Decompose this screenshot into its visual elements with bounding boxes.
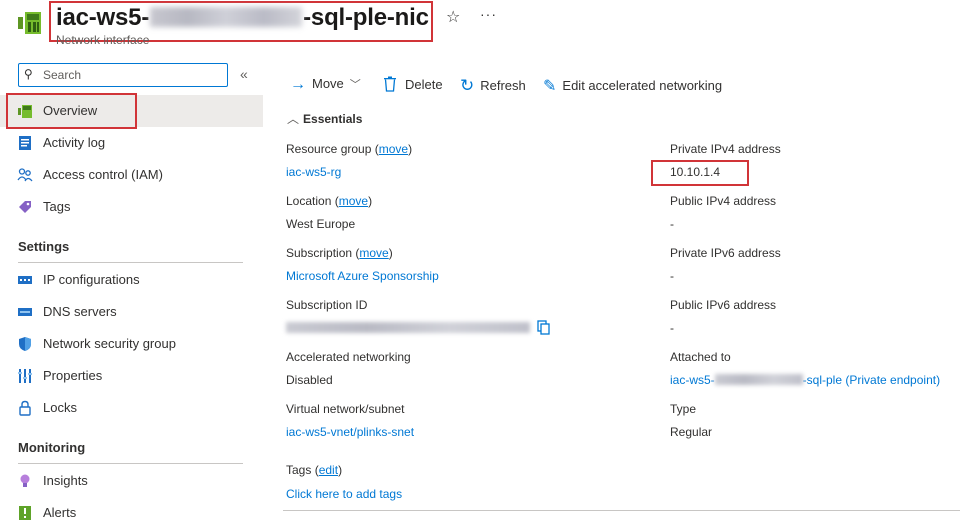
private-ipv6-label: Private IPv6 address	[670, 246, 781, 260]
dns-server-icon	[18, 308, 32, 316]
vnet-subnet-label: Virtual network/subnet	[286, 402, 405, 416]
section-divider	[18, 463, 243, 464]
tag-icon	[19, 201, 31, 213]
type-label: Type	[670, 402, 697, 416]
activity-log-icon	[19, 136, 31, 150]
location-value: West Europe	[286, 217, 356, 231]
overview-highlight-box	[6, 93, 137, 129]
redacted-endpoint-name	[714, 374, 803, 385]
users-icon	[17, 168, 33, 182]
properties-icon	[18, 369, 32, 383]
resource-group-label: Resource group (move)	[286, 142, 413, 156]
page-title: iac-ws5- -sql-ple-nic	[56, 4, 429, 31]
sidebar-item-label: Access control (IAM)	[43, 167, 163, 182]
chevron-down-icon: ﹀	[349, 79, 361, 91]
sidebar-item-label: Properties	[43, 368, 103, 383]
arrow-right-icon: →	[290, 76, 306, 93]
settings-section-title: Settings	[18, 239, 70, 254]
move-link[interactable]: move	[359, 246, 388, 260]
subscription-id-label: Subscription ID	[286, 298, 368, 312]
trash-icon	[384, 76, 396, 92]
sidebar-item-properties[interactable]: Properties	[0, 360, 263, 392]
sidebar-item-locks[interactable]: Locks	[0, 392, 263, 424]
attached-to-link[interactable]: iac-ws5- -sql-ple (Private endpoint)	[670, 373, 940, 387]
sidebar-item-ip-configurations[interactable]: IP configurations	[0, 264, 263, 296]
subscription-label: Subscription (move)	[286, 246, 393, 260]
essentials-title: Essentials	[303, 112, 363, 126]
sidebar-item-label: Activity log	[43, 135, 106, 150]
monitoring-section-title: Monitoring	[18, 440, 86, 455]
collapse-sidebar-icon[interactable]: «	[240, 66, 248, 82]
accelerated-networking-value: Disabled	[286, 373, 333, 387]
delete-button[interactable]: Delete	[383, 76, 443, 96]
sidebar-item-label: Insights	[43, 473, 88, 488]
lock-icon	[19, 400, 31, 416]
move-button[interactable]: → Move ﹀	[290, 76, 361, 96]
vnet-subnet-link[interactable]: iac-ws5-vnet/plinks-snet	[286, 425, 414, 439]
more-options-icon[interactable]: ···	[480, 6, 497, 22]
public-ipv6-value: -	[670, 321, 674, 335]
location-label: Location (move)	[286, 194, 373, 208]
refresh-button[interactable]: ↻ Refresh	[460, 76, 526, 96]
tags-label: Tags (edit)	[286, 463, 343, 477]
edit-tags-link[interactable]: edit	[319, 463, 338, 477]
type-value: Regular	[670, 425, 713, 439]
essentials-toggle[interactable]: ︿ Essentials	[287, 110, 362, 127]
move-link[interactable]: move	[339, 194, 368, 208]
sidebar-item-label: Locks	[43, 400, 77, 415]
edit-accel-label: Edit accelerated networking	[562, 78, 723, 93]
ip-configuration-icon	[18, 276, 32, 284]
resource-group-link[interactable]: iac-ws5-rg	[286, 165, 341, 179]
redacted-name	[150, 7, 303, 27]
subscription-id-value	[286, 321, 530, 335]
move-label: Move	[312, 76, 344, 91]
sidebar-item-alerts[interactable]: Alerts	[0, 497, 263, 520]
public-ipv6-label: Public IPv6 address	[670, 298, 777, 312]
sidebar-item-network-security-group[interactable]: Network security group	[0, 328, 263, 360]
subscription-link[interactable]: Microsoft Azure Sponsorship	[286, 269, 439, 283]
sidebar-item-label: Tags	[43, 199, 71, 214]
refresh-icon: ↻	[460, 76, 475, 95]
public-ipv4-label: Public IPv4 address	[670, 194, 777, 208]
private-ipv6-value: -	[670, 269, 674, 283]
pencil-icon: ✎	[543, 78, 557, 95]
alert-icon	[19, 506, 31, 520]
sidebar-item-label: Network security group	[43, 336, 176, 351]
search-placeholder: Search	[43, 68, 82, 82]
sidebar-item-dns-servers[interactable]: DNS servers	[0, 296, 263, 328]
edit-accelerated-networking-button[interactable]: ✎ Edit accelerated networking	[543, 76, 722, 96]
redacted-subscription-id	[286, 322, 530, 333]
shield-icon	[19, 337, 31, 351]
lightbulb-icon	[20, 474, 30, 487]
resource-header: iac-ws5- -sql-ple-nic Network interface ☆…	[0, 0, 960, 50]
public-ipv4-value: -	[670, 217, 674, 231]
chevron-up-icon: ︿	[287, 112, 300, 126]
sidebar-item-insights[interactable]: Insights	[0, 465, 263, 497]
move-link[interactable]: move	[379, 142, 408, 156]
network-interface-icon	[18, 12, 41, 34]
add-tags-link[interactable]: Click here to add tags	[286, 487, 402, 501]
copy-icon[interactable]	[537, 320, 551, 335]
sidebar-item-tags[interactable]: Tags	[0, 191, 263, 223]
accelerated-networking-label: Accelerated networking	[286, 350, 411, 364]
sidebar-item-label: IP configurations	[43, 272, 140, 287]
sidebar-item-label: DNS servers	[43, 304, 117, 319]
attached-to-label: Attached to	[670, 350, 731, 364]
section-divider	[18, 262, 243, 263]
sidebar-item-activity-log[interactable]: Activity log	[0, 127, 263, 159]
sidebar-item-label: Alerts	[43, 505, 77, 520]
refresh-label: Refresh	[480, 78, 526, 93]
delete-label: Delete	[405, 77, 443, 92]
essentials-divider	[283, 510, 960, 511]
sidebar-item-access-control[interactable]: Access control (IAM)	[0, 159, 263, 191]
ip-highlight-box	[651, 160, 749, 186]
search-icon: ⚲	[24, 67, 33, 81]
private-ipv4-label: Private IPv4 address	[670, 142, 781, 156]
favorite-star-icon[interactable]: ☆	[446, 7, 460, 27]
search-input[interactable]: ⚲ Search	[18, 63, 228, 87]
resource-type-subtitle: Network interface	[56, 33, 150, 47]
